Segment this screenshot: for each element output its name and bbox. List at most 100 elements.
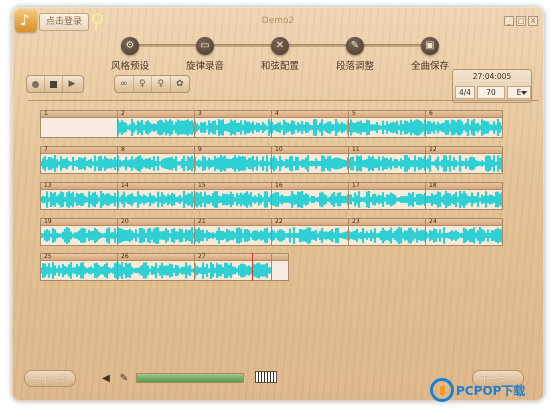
stop-button[interactable] [45,76,63,92]
step-5[interactable]: ▣ 全曲保存 [392,37,468,72]
measure-cell[interactable]: 1 [40,110,118,138]
measure-cell[interactable]: 9 [194,146,272,174]
measure-number: 13 [44,182,52,189]
link-icon: ∞ [120,79,128,89]
measure-header: 1 [41,110,117,118]
measure-cell[interactable]: 18 [425,182,503,210]
measure-cell[interactable]: 20 [117,218,195,246]
measure-number: 1 [44,110,48,117]
tempo-display[interactable]: 70 [477,86,505,99]
bulb2-button[interactable]: ♀ [152,76,171,92]
window-title: Demo2 [261,16,295,26]
waveform [41,226,117,245]
measure-header: 12 [426,146,502,154]
measure-number: 22 [275,218,283,225]
bulb-icon: ♀ [138,79,146,89]
piano-icon[interactable] [255,371,277,383]
measure-cell[interactable]: 13 [40,182,118,210]
measure-row: 25 26 27 [40,253,289,281]
measure-cell[interactable]: 27 [194,253,272,281]
tools-group: ∞ ♀ ♀ ✿ [114,75,190,93]
meter-display[interactable]: 4/4 [455,86,475,99]
volume-meter[interactable] [136,373,244,383]
measure-number: 24 [429,218,437,225]
measure-cell[interactable]: 12 [425,146,503,174]
measure-cell[interactable]: 15 [194,182,272,210]
measure-row: 7 8 9 10 11 12 [40,146,503,174]
speaker-icon[interactable]: ◀ [99,371,113,385]
measure-cell[interactable]: 16 [271,182,349,210]
login-button[interactable]: 点击登录 [39,13,89,31]
measure-number: 19 [44,218,52,225]
step-label: 和弦配置 [260,61,299,72]
record-button[interactable] [27,76,45,92]
waveform [118,261,194,280]
gear-icon: ⚙ [121,37,139,55]
minimize-button[interactable]: _ [504,16,514,26]
measure-header [272,254,288,261]
time-display: 27:04:005 [472,72,512,81]
measure-header: 4 [272,110,348,118]
measure-cell[interactable]: 19 [40,218,118,246]
measure-number: 23 [352,218,360,225]
measure-cell[interactable]: 10 [271,146,349,174]
measure-cell[interactable]: 4 [271,110,349,138]
measure-header: 21 [195,218,271,226]
waveform [272,190,348,209]
measure-header: 24 [426,218,502,226]
step-1[interactable]: ⚙ 风格预设 [92,37,168,72]
measure-cell[interactable]: 23 [348,218,426,246]
playhead-marker[interactable] [252,253,253,281]
step-4[interactable]: ✎ 段落调整 [317,37,393,72]
maximize-button[interactable]: □ [516,16,526,26]
palette-icon: ✿ [175,79,184,89]
measure-cell[interactable]: 17 [348,182,426,210]
measure-cell[interactable]: 6 [425,110,503,138]
measure-cell[interactable]: 26 [117,253,195,281]
measure-number: 6 [429,110,433,117]
measure-cell[interactable]: 2 [117,110,195,138]
stop-icon [50,80,57,88]
waveform [426,118,502,137]
measure-cell[interactable]: 11 [348,146,426,174]
waveform [195,261,271,280]
app-icon[interactable] [15,10,37,32]
measure-cell[interactable]: 24 [425,218,503,246]
measure-number: 15 [198,182,206,189]
edit-icon: ✎ [346,37,364,55]
key-select[interactable]: E [507,86,531,99]
volume-group: ◀ ✎ [99,371,131,385]
measure-header: 15 [195,182,271,190]
waveform [426,226,502,245]
measure-cell[interactable]: 8 [117,146,195,174]
measure-cell[interactable]: 14 [117,182,195,210]
measure-cell[interactable]: 25 [40,253,118,281]
palette-button[interactable]: ✿ [171,76,189,92]
measure-cell[interactable]: 21 [194,218,272,246]
measure-number: 14 [121,182,129,189]
folder-icon: ▭ [196,37,214,55]
measure-cell[interactable]: 7 [40,146,118,174]
step-2[interactable]: ▭ 旋律录音 [167,37,243,72]
measure-cell[interactable]: 3 [194,110,272,138]
measure-header: 9 [195,146,271,154]
play-button[interactable]: ▶ [63,76,81,92]
measure-cell[interactable]: 22 [271,218,349,246]
step-label: 风格预设 [110,61,149,72]
link-button[interactable]: ∞ [115,76,134,92]
measure-number: 3 [198,110,202,117]
prev-step-button[interactable]: ← 上一步 [24,370,76,387]
wrench-icon[interactable]: ✎ [117,371,131,385]
watermark-logo [430,378,454,402]
measure-number: 4 [275,110,279,117]
measure-number: 8 [121,146,125,153]
measure-number: 26 [121,253,129,260]
bulb-button[interactable]: ♀ [134,76,152,92]
measure-header: 2 [118,110,194,118]
measure-cell[interactable]: 5 [348,110,426,138]
measure-header: 19 [41,218,117,226]
measure-cell-blank[interactable] [271,253,289,281]
info-panel: 27:04:005 4/4 70 E [452,69,532,103]
step-3[interactable]: ✕ 和弦配置 [242,37,318,72]
close-button[interactable]: X [528,16,538,26]
